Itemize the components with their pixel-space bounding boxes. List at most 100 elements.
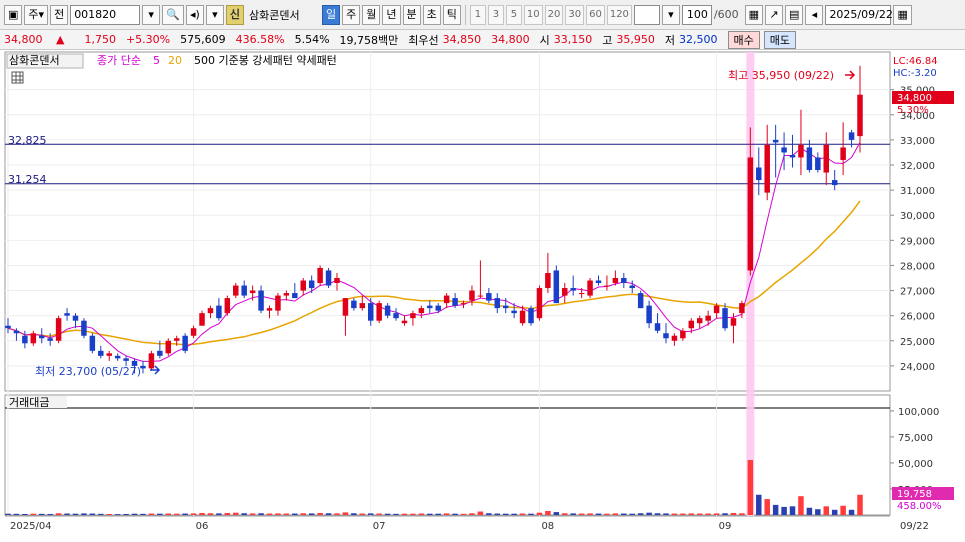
- chart-menu-icon[interactable]: ▣: [4, 4, 23, 25]
- price-chart[interactable]: 35,00034,00033,00032,00031,00030,00029,0…: [0, 50, 965, 539]
- candle-body: [781, 147, 787, 153]
- interval-custom-input[interactable]: [633, 4, 660, 25]
- legend-ma-label: 종가 단순: [97, 54, 141, 67]
- volume-bar: [536, 512, 543, 515]
- search-icon[interactable]: 🔍: [162, 4, 184, 25]
- volume-bar: [772, 504, 779, 515]
- candle-body: [182, 335, 188, 351]
- stock-code-input[interactable]: 001820: [70, 4, 141, 25]
- volume-bar: [789, 506, 796, 515]
- candle-body: [772, 139, 779, 143]
- candle-body: [283, 293, 290, 296]
- candle-body: [351, 300, 357, 309]
- volume-bar: [764, 499, 770, 515]
- interval-1[interactable]: 1: [469, 4, 486, 25]
- tab-tick[interactable]: 틱: [442, 4, 461, 25]
- candle-body: [22, 335, 28, 344]
- candle-body: [553, 270, 560, 304]
- candle-body: [680, 330, 686, 339]
- speaker-dropdown-icon[interactable]: ▾: [205, 4, 224, 25]
- tab-second[interactable]: 초: [422, 4, 441, 25]
- interval-30[interactable]: 30: [565, 4, 585, 25]
- interval-60[interactable]: 60: [586, 4, 605, 25]
- chart-window: { "toolbar": { "type_label": "주", "marke…: [0, 0, 965, 539]
- y-tick-label: 30,000: [900, 211, 935, 222]
- current-pct-text: 5.30%: [897, 105, 929, 116]
- calendar-icon[interactable]: ▦: [893, 4, 912, 25]
- hline-label-2: 31,254: [8, 173, 47, 186]
- candle-body: [604, 285, 610, 287]
- candle-body: [806, 147, 813, 171]
- tab-week[interactable]: 주: [342, 4, 361, 25]
- candle-settings-icon[interactable]: ▦: [744, 4, 764, 25]
- market-button[interactable]: 전: [50, 4, 69, 25]
- volume: 575,609: [180, 33, 226, 46]
- candle-body: [140, 365, 146, 369]
- candle-body: [5, 325, 11, 329]
- volume-bar: [173, 513, 180, 515]
- candle-body: [376, 303, 382, 321]
- prev-day-icon[interactable]: ◂: [805, 4, 824, 25]
- candle-body: [106, 353, 112, 356]
- interval-dropdown-icon[interactable]: ▾: [661, 4, 680, 25]
- type-select[interactable]: 주 ▾: [24, 4, 49, 25]
- buy-button[interactable]: 매수: [727, 30, 760, 49]
- interval-10[interactable]: 10: [523, 4, 543, 25]
- code-dropdown-icon[interactable]: ▾: [142, 4, 161, 25]
- volume-bar: [511, 513, 517, 515]
- volume-bar: [300, 513, 306, 515]
- interval-20[interactable]: 20: [544, 4, 564, 25]
- candle-body: [756, 167, 762, 181]
- candle-body: [148, 353, 155, 369]
- volume-bar: [342, 512, 349, 515]
- interval-120[interactable]: 120: [606, 4, 632, 25]
- candle-body: [173, 338, 180, 341]
- high-label: 고: [602, 33, 613, 47]
- volume-bar: [157, 513, 163, 515]
- tab-minute[interactable]: 분: [402, 4, 421, 25]
- candle-body: [696, 318, 703, 324]
- tab-day[interactable]: 일: [322, 4, 341, 25]
- candle-body: [39, 335, 45, 339]
- volume-bar: [140, 513, 146, 515]
- candle-body: [114, 355, 121, 359]
- candle-body: [528, 308, 534, 324]
- chart-area[interactable]: 35,00034,00033,00032,00031,00030,00029,0…: [0, 50, 965, 539]
- volume-bar: [612, 513, 619, 515]
- candle-body: [81, 320, 87, 336]
- candle-body: [815, 157, 821, 171]
- volume-bar: [207, 513, 214, 515]
- volume-bar: [469, 513, 475, 515]
- interval-3[interactable]: 3: [487, 4, 504, 25]
- y-axis: 35,00034,00033,00032,00031,00030,00029,0…: [890, 86, 935, 373]
- volume-bar: [654, 513, 661, 515]
- y-tick-label: 33,000: [900, 136, 935, 147]
- volume-bar: [182, 513, 188, 515]
- candle-body: [502, 305, 509, 309]
- grid-toggle-icon[interactable]: [11, 71, 24, 84]
- candle-body: [435, 305, 441, 311]
- sell-button[interactable]: 매도: [763, 30, 797, 49]
- interval-5[interactable]: 5: [505, 4, 522, 25]
- save-icon[interactable]: ▤: [785, 4, 804, 25]
- volume-bar: [283, 513, 290, 515]
- volume-bar: [148, 513, 155, 515]
- speaker-icon[interactable]: ◂): [185, 4, 204, 25]
- candle-body: [848, 132, 855, 140]
- line-tool-icon[interactable]: ↗: [765, 4, 784, 25]
- volume-bar: [351, 513, 357, 515]
- count-input[interactable]: 100: [681, 4, 712, 25]
- y-tick-label: 24,000: [900, 362, 935, 373]
- y-tick-label: 29,000: [900, 236, 935, 247]
- candle-body: [663, 333, 669, 339]
- volume-tick-label: 75,000: [898, 433, 933, 444]
- tab-year[interactable]: 년: [382, 4, 401, 25]
- volume-bar: [486, 513, 492, 515]
- date-input[interactable]: 2025/09/22: [825, 4, 893, 25]
- trade-amount: 19,758백만: [339, 33, 399, 47]
- tab-month[interactable]: 월: [362, 4, 381, 25]
- candle-body: [317, 267, 323, 284]
- volume-bar: [55, 513, 62, 515]
- turnover-rate: 5.54%: [294, 33, 330, 46]
- candle-body: [72, 315, 79, 321]
